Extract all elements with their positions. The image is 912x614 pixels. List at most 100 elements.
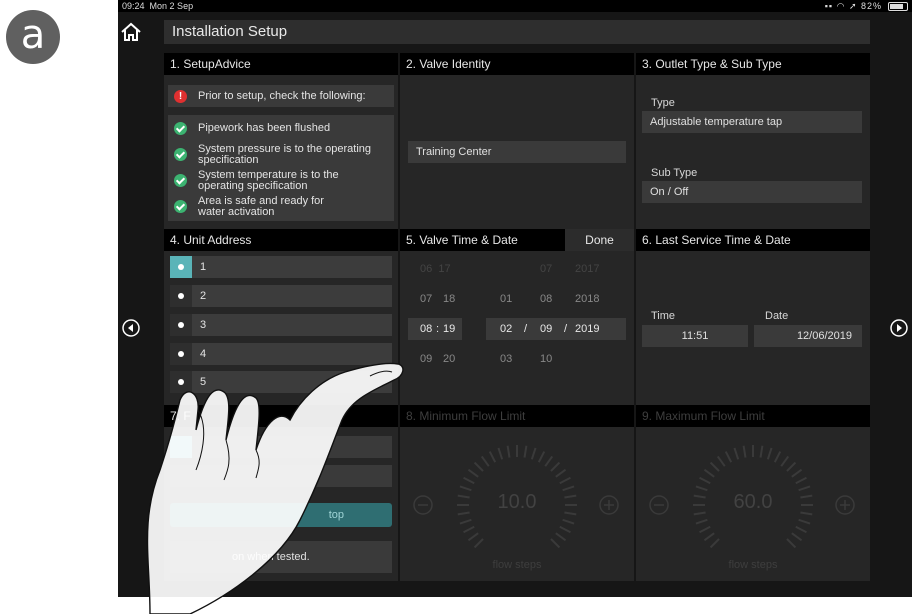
address-option[interactable]: 1 xyxy=(170,256,392,278)
panel-title: 2. Valve Identity xyxy=(400,53,634,75)
check-icon xyxy=(174,174,187,187)
option-row[interactable] xyxy=(170,436,392,458)
test-note: on when tested. xyxy=(170,541,392,573)
dial-tick xyxy=(555,468,567,478)
picker-hour: 09 xyxy=(420,353,433,365)
picker-date-separator: / xyxy=(524,323,528,335)
dial-tick xyxy=(786,538,797,549)
subtype-field[interactable]: On / Off xyxy=(642,181,862,203)
picker-date-separator: / xyxy=(564,323,568,335)
dial-tick xyxy=(709,538,720,549)
done-button[interactable]: Done xyxy=(565,229,634,251)
time-date-picker[interactable]: 06 17 07 2017 07 18 01 08 2018 08 : 19 0… xyxy=(400,251,634,405)
option-row[interactable] xyxy=(170,465,392,487)
panel-title: 9. Maximum Flow Limit xyxy=(636,405,870,427)
next-arrow-icon[interactable] xyxy=(890,319,908,337)
picker-hour: 07 xyxy=(420,293,433,305)
panel-title: 4. Unit Address xyxy=(164,229,398,251)
start-stop-button[interactable]: top xyxy=(170,503,392,527)
picker-year: 2018 xyxy=(575,293,600,305)
panel-unit-address: 4. Unit Address 1 2 3 4 5 xyxy=(164,229,398,405)
dial-tick xyxy=(459,518,472,525)
service-time-field[interactable]: 11:51 xyxy=(642,325,748,347)
panel-title: 6. Last Service Time & Date xyxy=(636,229,870,251)
subtype-label: Sub Type xyxy=(651,167,698,179)
address-option[interactable]: 2 xyxy=(170,285,392,307)
dial-tick xyxy=(724,451,733,463)
radio-icon xyxy=(170,285,192,307)
dial-tick xyxy=(550,461,561,472)
dial-tick xyxy=(463,476,475,485)
panel-setup-advice: 1. SetupAdvice ! Prior to setup, check t… xyxy=(164,53,398,229)
radio-icon xyxy=(170,436,192,458)
check-item: System temperature is to the operating sp… xyxy=(198,169,339,192)
status-time: 09:24 xyxy=(122,1,145,11)
dial-tick xyxy=(759,445,764,458)
prev-arrow-icon[interactable] xyxy=(122,319,140,337)
dial-tick xyxy=(467,532,479,542)
picker-month: 08 xyxy=(540,293,553,305)
panel-title: 3. Outlet Type & Sub Type xyxy=(636,53,870,75)
valve-identity-field[interactable]: Training Center xyxy=(408,141,626,163)
dial-tick xyxy=(795,476,807,485)
status-icons: ▪▪ ◠ ➚ 82% xyxy=(824,1,882,11)
dial-tick xyxy=(709,461,720,472)
address-option[interactable]: 3 xyxy=(170,314,392,336)
check-item: Pipework has been flushed xyxy=(198,122,331,134)
picker-row-faded: 2017 xyxy=(575,263,600,275)
dial-tick xyxy=(506,445,511,458)
check-icon xyxy=(174,148,187,161)
min-flow-caption: flow steps xyxy=(492,559,542,571)
max-flow-value: 60.0 xyxy=(733,491,773,513)
tablet-screen: 09:24 Mon 2 Sep ▪▪ ◠ ➚ 82% Installation … xyxy=(118,0,912,597)
picker-minute: 18 xyxy=(443,293,456,305)
picker-hour-selected: 08 xyxy=(420,323,433,335)
dial-tick xyxy=(459,485,472,492)
panel-title: 7. F xyxy=(164,405,398,427)
home-icon[interactable] xyxy=(118,20,144,44)
radio-icon xyxy=(170,314,192,336)
dial-tick xyxy=(699,476,711,485)
picker-row-faded: 07 xyxy=(540,263,553,275)
service-date-label: Date xyxy=(765,310,789,322)
dial-tick xyxy=(695,485,708,492)
dial-tick xyxy=(467,468,479,478)
picker-minute: 20 xyxy=(443,353,456,365)
address-option[interactable]: 5 xyxy=(170,371,392,393)
dial-tick xyxy=(703,532,715,542)
panel-last-service: 6. Last Service Time & Date Time Date 11… xyxy=(636,229,870,405)
dial-tick xyxy=(559,525,571,534)
dial-tick xyxy=(791,532,803,542)
type-label: Type xyxy=(651,97,675,109)
radio-icon xyxy=(170,371,192,393)
panel-7: 7. F top on when tested. xyxy=(164,405,398,581)
dial-tick xyxy=(530,447,537,460)
dial-tick xyxy=(473,461,484,472)
dial-tick xyxy=(562,518,575,525)
dial-tick xyxy=(555,532,567,542)
dial-tick xyxy=(695,518,708,525)
min-flow-value: 10.0 xyxy=(497,491,537,513)
battery-icon xyxy=(888,2,908,11)
picker-day-selected: 02 xyxy=(500,323,513,335)
address-option[interactable]: 4 xyxy=(170,343,392,365)
picker-minute-selected: 19 xyxy=(443,323,456,335)
picker-day: 01 xyxy=(500,293,513,305)
panel-title: 1. SetupAdvice xyxy=(164,53,398,75)
picker-year-selected: 2019 xyxy=(575,323,600,335)
dial-tick xyxy=(773,451,782,463)
dial-tick xyxy=(473,538,484,549)
dial-tick xyxy=(716,455,726,467)
service-date-field[interactable]: 12/06/2019 xyxy=(754,325,862,347)
type-field[interactable]: Adjustable temperature tap xyxy=(642,111,862,133)
dial-tick xyxy=(733,447,740,460)
max-flow-caption: flow steps xyxy=(728,559,778,571)
dial-tick xyxy=(559,476,571,485)
panel-min-flow: 8. Minimum Flow Limit 10.0 flow steps xyxy=(400,405,634,581)
dial-tick xyxy=(699,525,711,534)
dial-tick xyxy=(497,447,504,460)
check-icon xyxy=(174,200,187,213)
dial-tick xyxy=(766,447,773,460)
dial-tick xyxy=(786,461,797,472)
picker-month-selected: 09 xyxy=(540,323,553,335)
